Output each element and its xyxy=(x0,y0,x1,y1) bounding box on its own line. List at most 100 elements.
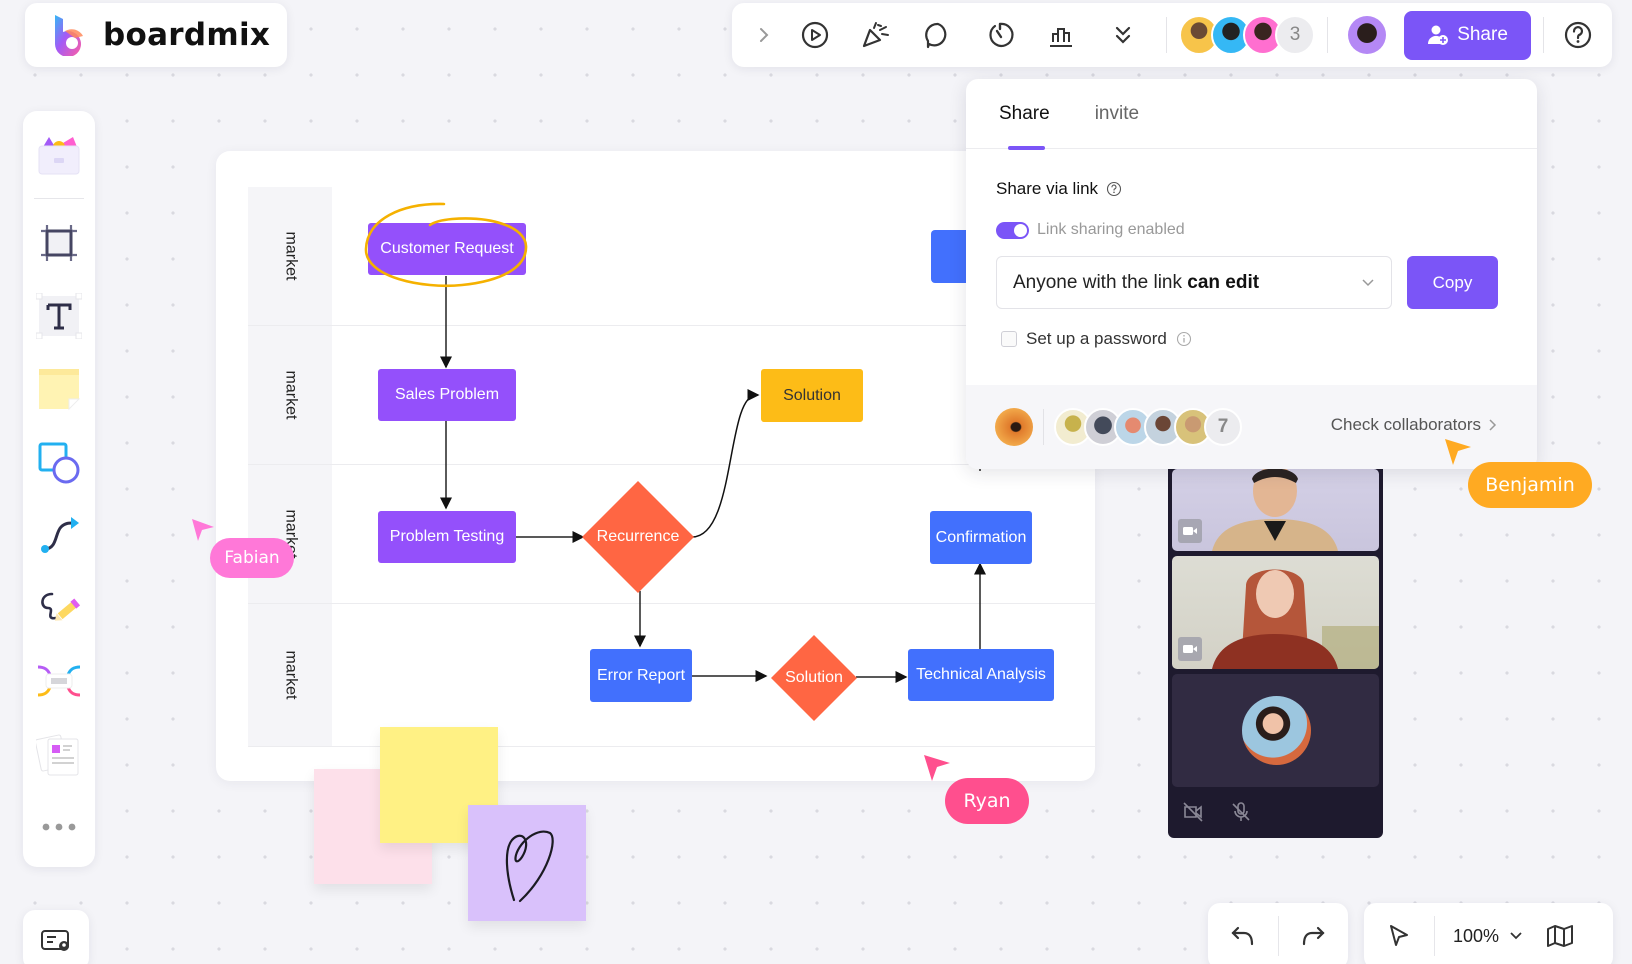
participant-avatar xyxy=(1242,696,1311,765)
call-controls xyxy=(1182,801,1252,823)
info-circle-icon[interactable] xyxy=(1176,331,1192,347)
top-toolbar: 3 Share xyxy=(732,3,1612,67)
sticky-note-icon xyxy=(39,368,81,411)
template-icon xyxy=(38,136,80,175)
chevron-right-icon xyxy=(1489,419,1497,431)
participant-video xyxy=(1212,569,1379,669)
toolbar-divider xyxy=(1166,17,1168,53)
card-view-icon xyxy=(41,930,69,951)
cursor-pointer-benjamin-icon xyxy=(1445,439,1471,465)
cursor-label-ryan: Ryan xyxy=(945,778,1029,824)
redo-icon xyxy=(1303,926,1325,946)
shapes-tool[interactable] xyxy=(29,428,89,495)
chevron-down-icon xyxy=(1510,932,1522,940)
online-count-badge[interactable]: 3 xyxy=(1275,15,1316,55)
video-tile-participant-2[interactable] xyxy=(1172,556,1379,669)
tab-invite[interactable]: invite xyxy=(1095,79,1139,149)
chevron-right-icon xyxy=(759,28,769,42)
view-toolbar: 100% xyxy=(1364,903,1613,964)
highlight-circle-annotation xyxy=(364,202,528,287)
question-circle-icon xyxy=(1565,21,1592,49)
templates-tool[interactable] xyxy=(29,121,89,188)
pen-tool[interactable] xyxy=(29,575,89,642)
footer-divider xyxy=(1043,409,1044,445)
help-button[interactable] xyxy=(1556,13,1600,57)
node-problem-testing[interactable]: Problem Testing xyxy=(378,511,516,563)
current-user-avatar[interactable] xyxy=(1348,16,1386,54)
camera-on-badge[interactable] xyxy=(1178,519,1202,543)
video-camera-icon xyxy=(1183,527,1197,535)
link-permission-select[interactable]: Anyone with the link can edit xyxy=(996,256,1392,309)
sticky-note-tool[interactable] xyxy=(29,355,89,422)
link-sharing-row: Link sharing enabled xyxy=(996,221,1507,239)
expand-toolbar-button[interactable] xyxy=(744,13,784,57)
zoom-level-value: 100% xyxy=(1453,925,1500,946)
camera-on-badge[interactable] xyxy=(1178,637,1202,661)
redo-button[interactable] xyxy=(1279,914,1349,958)
select-tool-button[interactable] xyxy=(1364,914,1434,958)
layers-button[interactable] xyxy=(23,910,89,964)
minimap-button[interactable] xyxy=(1537,914,1583,958)
comment-button[interactable] xyxy=(907,13,969,57)
node-confirmation[interactable]: Confirmation xyxy=(930,511,1032,564)
mic-off-icon[interactable] xyxy=(1230,801,1252,823)
chevron-down-icon xyxy=(1362,278,1374,286)
cursor-pointer-ryan-icon xyxy=(924,755,950,781)
decision-solution[interactable]: Solution xyxy=(771,635,857,721)
collaborator-count-badge[interactable]: 7 xyxy=(1204,408,1242,446)
more-tools[interactable] xyxy=(29,794,89,861)
celebrate-button[interactable] xyxy=(846,13,908,57)
node-sales-problem[interactable]: Sales Problem xyxy=(378,369,516,421)
video-tile-participant-3[interactable] xyxy=(1172,674,1379,787)
undo-icon xyxy=(1231,926,1253,946)
video-tile-participant-1[interactable] xyxy=(1172,469,1379,551)
password-checkbox[interactable] xyxy=(1001,331,1017,347)
password-row: Set up a password xyxy=(996,329,1507,349)
flowchart-board[interactable]: market market market market Customer Req… xyxy=(216,151,1095,781)
zoom-level-select[interactable]: 100% xyxy=(1435,926,1537,947)
text-tool[interactable] xyxy=(29,282,89,349)
cursor-label-fabian: Fabian xyxy=(210,538,294,578)
sticky-note-purple[interactable] xyxy=(468,805,586,921)
online-users[interactable]: 3 xyxy=(1179,15,1316,55)
video-call-panel xyxy=(1168,469,1383,838)
cursor-label-benjamin: Benjamin xyxy=(1468,462,1592,508)
comment-bubble-icon xyxy=(925,22,947,49)
participant-video xyxy=(1212,469,1338,551)
app-logo[interactable]: boardmix xyxy=(25,3,287,67)
left-toolbar xyxy=(23,111,95,867)
owner-avatar[interactable] xyxy=(995,408,1033,446)
frame-tool[interactable] xyxy=(29,209,89,276)
frame-icon xyxy=(41,224,77,261)
timer-icon xyxy=(989,22,1014,47)
help-circle-icon[interactable] xyxy=(1106,181,1122,197)
more-tools-button[interactable] xyxy=(1092,13,1154,57)
copy-link-button[interactable]: Copy xyxy=(1407,256,1498,309)
node-error-report[interactable]: Error Report xyxy=(590,649,692,702)
mind-map-tool[interactable] xyxy=(29,648,89,715)
password-label: Set up a password xyxy=(1026,329,1167,348)
share-button[interactable]: Share xyxy=(1403,10,1532,60)
pointer-icon xyxy=(1390,925,1408,946)
documents-tool[interactable] xyxy=(29,721,89,788)
timer-button[interactable] xyxy=(969,13,1031,57)
undo-button[interactable] xyxy=(1208,914,1278,958)
shapes-icon xyxy=(38,442,80,484)
history-toolbar xyxy=(1208,903,1348,964)
vote-button[interactable] xyxy=(1031,13,1093,57)
camera-off-icon[interactable] xyxy=(1182,801,1204,823)
party-popper-icon xyxy=(863,22,890,48)
present-button[interactable] xyxy=(784,13,846,57)
link-sharing-toggle[interactable] xyxy=(996,221,1029,239)
document-icon xyxy=(36,734,79,776)
connector-tool[interactable] xyxy=(29,501,89,568)
link-sharing-label: Link sharing enabled xyxy=(1037,221,1185,238)
link-permission-text: Anyone with the link can edit xyxy=(1013,272,1259,294)
tab-share[interactable]: Share xyxy=(999,79,1050,150)
check-collaborators-link[interactable]: Check collaborators xyxy=(1331,415,1497,435)
collaborator-avatars[interactable]: 7 xyxy=(1054,408,1242,446)
node-solution[interactable]: Solution xyxy=(761,369,863,422)
decision-recurrence[interactable]: Recurrence xyxy=(582,481,694,593)
toolbar-divider xyxy=(1543,17,1545,53)
node-technical-analysis[interactable]: Technical Analysis xyxy=(908,649,1054,701)
